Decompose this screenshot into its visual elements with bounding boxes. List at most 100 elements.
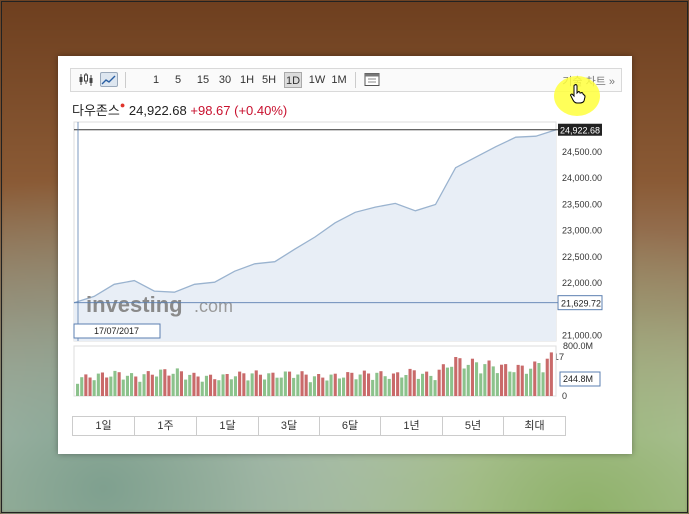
volume-bar <box>520 365 524 396</box>
volume-bar <box>524 373 528 396</box>
volume-bar <box>358 374 362 396</box>
volume-bar <box>500 364 504 396</box>
volume-bar <box>163 369 167 396</box>
y-tick-label: 23,000.00 <box>562 226 602 236</box>
volume-bar <box>125 375 129 396</box>
range-button-3[interactable]: 1달 <box>197 417 259 435</box>
volume-bar <box>188 374 192 396</box>
volume-bar <box>134 376 138 396</box>
range-button-1[interactable]: 1일 <box>73 417 135 435</box>
range-button-6[interactable]: 1년 <box>381 417 443 435</box>
volume-bar <box>283 371 287 396</box>
range-button-2[interactable]: 1주 <box>135 417 197 435</box>
volume-bar <box>504 364 508 396</box>
volume-bar <box>450 366 454 396</box>
volume-bar <box>258 374 262 396</box>
range-button-4[interactable]: 3달 <box>259 417 320 435</box>
volume-bar <box>150 374 154 396</box>
chart-widget: 1515301H5H1D1W1M 기술 차트 » 다우존스● 24,922.68… <box>58 56 632 454</box>
price-chart[interactable]: investing .com 24,922.68 21,629.72 24,500.00… <box>58 56 632 416</box>
volume-bar <box>549 352 553 396</box>
volume-bar <box>196 376 200 396</box>
volume-bar <box>92 380 96 396</box>
volume-bar <box>80 377 84 396</box>
volume-bar <box>541 372 545 396</box>
volume-bar <box>76 383 80 396</box>
volume-bar <box>412 370 416 396</box>
volume-bar <box>479 373 483 396</box>
volume-bar <box>184 379 188 396</box>
range-button-7[interactable]: 5년 <box>443 417 504 435</box>
volume-bar <box>159 369 163 396</box>
range-button-8[interactable]: 최대 <box>504 417 565 435</box>
volume-bar <box>391 373 395 396</box>
volume-bar <box>367 373 371 396</box>
volume-bar <box>379 371 383 396</box>
volume-max-label: 800.0M <box>563 341 593 351</box>
y-tick-label: 21,000.00 <box>562 331 602 341</box>
volume-bar <box>267 373 271 396</box>
volume-bar <box>329 374 333 396</box>
volume-bar <box>213 379 217 396</box>
volume-bar <box>396 372 400 396</box>
volume-bar <box>113 370 117 396</box>
volume-bar <box>516 364 520 396</box>
volume-bar <box>421 373 425 396</box>
volume-bar <box>84 374 88 396</box>
volume-bar <box>458 358 462 396</box>
last-value-label: 24,922.68 <box>560 126 600 136</box>
volume-bar <box>425 371 429 396</box>
volume-bar <box>387 378 391 396</box>
volume-bar <box>346 372 350 396</box>
volume-bar <box>437 369 441 396</box>
volume-bar <box>454 357 458 396</box>
volume-bar <box>342 377 346 396</box>
volume-zero-label: 0 <box>562 391 567 401</box>
volume-bar <box>325 380 329 396</box>
volume-bar <box>495 373 499 396</box>
volume-bar <box>233 376 237 396</box>
volume-bar <box>433 380 437 396</box>
range-selector: 1일 1주 1달 3달 6달 1년 5년 최대 <box>72 416 566 436</box>
volume-bar <box>138 381 142 396</box>
volume-bar <box>337 378 341 396</box>
volume-bar <box>466 364 470 396</box>
watermark-logo-suffix: .com <box>194 296 233 316</box>
volume-bar <box>100 372 104 396</box>
volume-bar <box>209 374 213 396</box>
volume-bar <box>250 373 254 396</box>
volume-last-label: 244.8M <box>563 374 593 384</box>
volume-bar <box>404 375 408 396</box>
volume-bar <box>175 368 179 396</box>
volume-bar <box>362 370 366 396</box>
volume-bar <box>225 374 229 396</box>
volume-bar <box>300 371 304 396</box>
y-tick-label: 22,000.00 <box>562 278 602 288</box>
volume-bar <box>246 380 250 396</box>
volume-bar <box>279 377 283 396</box>
volume-bar <box>400 377 404 396</box>
volume-bar <box>221 374 225 396</box>
volume-bar <box>483 364 487 396</box>
volume-bar <box>204 375 208 396</box>
y-tick-label: 22,500.00 <box>562 252 602 262</box>
volume-bar <box>171 373 175 396</box>
range-button-5[interactable]: 6달 <box>320 417 381 435</box>
volume-bar <box>475 362 479 396</box>
volume-bar <box>121 379 125 396</box>
volume-bar <box>383 376 387 396</box>
volume-bar <box>217 380 221 396</box>
volume-bar <box>350 372 354 396</box>
volume-bar <box>429 375 433 396</box>
volume-bar <box>117 372 121 396</box>
volume-bar <box>167 375 171 396</box>
crosshair-date-label: 17/07/2017 <box>94 326 139 336</box>
volume-bar <box>109 376 113 396</box>
volume-bar <box>487 360 491 396</box>
volume-bar <box>263 379 267 396</box>
volume-bar <box>229 379 233 396</box>
crosshair-value-label: 21,629.72 <box>561 299 601 309</box>
volume-bar <box>416 378 420 396</box>
volume-bar <box>312 376 316 396</box>
volume-bar <box>142 374 146 396</box>
